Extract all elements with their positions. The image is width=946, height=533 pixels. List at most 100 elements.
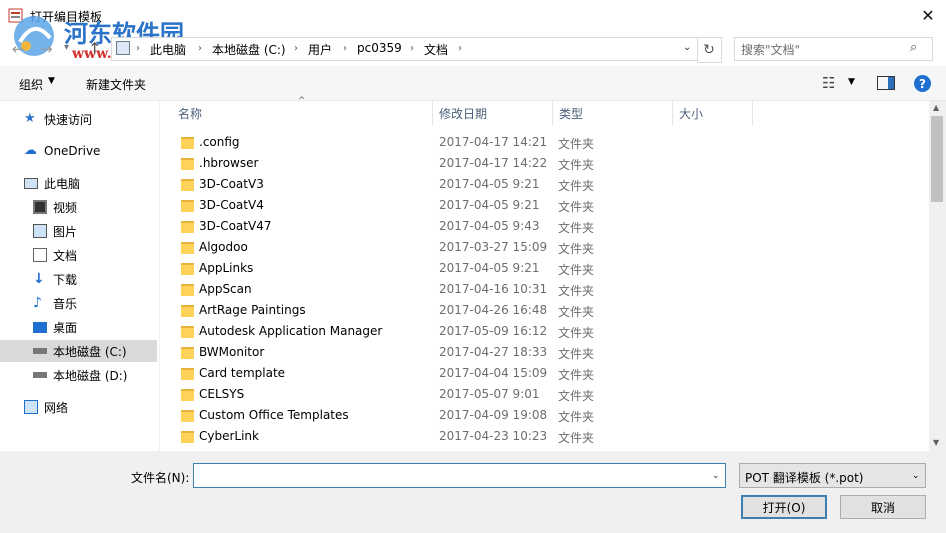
file-row[interactable]: 3D-CoatV47 2017-04-05 9:43 文件夹 — [160, 217, 930, 238]
nav-item-label: 下载 — [53, 272, 78, 287]
breadcrumb-chevron-icon[interactable]: › — [136, 43, 140, 54]
folder-icon — [181, 200, 194, 212]
recent-locations-chevron-icon[interactable]: ▾ — [64, 42, 69, 53]
cancel-button[interactable]: 取消 — [840, 495, 926, 519]
nav-item-label: 桌面 — [53, 320, 78, 335]
file-type: 文件夹 — [558, 179, 595, 193]
file-name: 3D-CoatV47 — [199, 219, 272, 233]
file-name: AppLinks — [199, 261, 254, 275]
file-row[interactable]: ArtRage Paintings 2017-04-26 16:48 文件夹 — [160, 301, 930, 322]
nav-item-drive-d[interactable]: 本地磁盘 (D:) — [33, 364, 154, 386]
folder-icon — [181, 431, 194, 443]
drive-icon — [33, 372, 47, 378]
column-header-name[interactable]: 名称 — [170, 101, 433, 126]
folder-icon — [181, 347, 194, 359]
nav-item-onedrive[interactable]: ☁ OneDrive — [24, 140, 154, 162]
refresh-icon[interactable]: ↻ — [697, 37, 722, 63]
file-row[interactable]: CyberLink 2017-04-23 10:23 文件夹 — [160, 427, 930, 448]
file-row[interactable]: Algodoo 2017-03-27 15:09 文件夹 — [160, 238, 930, 259]
nav-item-desktop[interactable]: 桌面 — [33, 316, 154, 338]
nav-item-label: 快速访问 — [44, 112, 93, 127]
view-details-icon[interactable]: ☷ — [822, 74, 835, 92]
file-row[interactable]: BWMonitor 2017-04-27 18:33 文件夹 — [160, 343, 930, 364]
new-folder-button[interactable]: 新建文件夹 — [86, 76, 146, 93]
forward-arrow-icon[interactable]: → — [40, 40, 53, 58]
nav-item-quick-access[interactable]: ★ 快速访问 — [24, 108, 154, 130]
address-history-chevron-icon[interactable]: ⌄ — [683, 42, 691, 53]
open-button[interactable]: 打开(O) — [741, 495, 827, 519]
file-type: 文件夹 — [558, 221, 595, 235]
file-type: 文件夹 — [558, 137, 595, 151]
nav-item-downloads[interactable]: ↓ 下载 — [33, 268, 154, 290]
nav-item-network[interactable]: 网络 — [24, 396, 154, 418]
column-header-date[interactable]: 修改日期 — [431, 101, 553, 126]
breadcrumb-item[interactable]: pc0359 — [357, 41, 402, 55]
breadcrumb-chevron-icon[interactable]: › — [458, 43, 462, 54]
filetype-value: POT 翻译模板 (*.pot) — [745, 471, 864, 485]
folder-icon — [181, 389, 194, 401]
chevron-down-icon[interactable]: ▼ — [848, 77, 855, 87]
file-row[interactable]: .hbrowser 2017-04-17 14:22 文件夹 — [160, 154, 930, 175]
file-name: .hbrowser — [199, 156, 259, 170]
nav-item-pictures[interactable]: 图片 — [33, 220, 154, 242]
breadcrumb-chevron-icon[interactable]: › — [410, 43, 414, 54]
breadcrumb-chevron-icon[interactable]: › — [343, 43, 347, 54]
file-type: 文件夹 — [558, 326, 595, 340]
up-arrow-icon[interactable]: ↑ — [88, 39, 101, 58]
file-row[interactable]: CELSYS 2017-05-07 9:01 文件夹 — [160, 385, 930, 406]
file-row[interactable]: AppLinks 2017-04-05 9:21 文件夹 — [160, 259, 930, 280]
star-icon: ★ — [24, 111, 36, 126]
file-date: 2017-04-05 9:21 — [439, 177, 540, 191]
breadcrumb-item[interactable]: 文档 — [424, 41, 448, 58]
nav-item-documents[interactable]: 文档 — [33, 244, 154, 266]
column-header-type[interactable]: 类型 — [551, 101, 673, 126]
breadcrumb-chevron-icon[interactable]: › — [198, 43, 202, 54]
filename-input[interactable] — [193, 463, 726, 488]
nav-item-music[interactable]: ♪ 音乐 — [33, 292, 154, 314]
document-icon — [33, 248, 47, 262]
file-name: AppScan — [199, 282, 252, 296]
pc-icon — [116, 41, 130, 55]
back-arrow-icon[interactable]: ← — [12, 40, 25, 58]
search-icon[interactable]: ⌕ — [910, 40, 917, 55]
drive-icon — [33, 348, 47, 354]
file-row[interactable]: 3D-CoatV3 2017-04-05 9:21 文件夹 — [160, 175, 930, 196]
filename-history-chevron-icon[interactable]: ⌄ — [712, 471, 720, 481]
file-date: 2017-04-27 18:33 — [439, 345, 548, 359]
scrollbar-thumb[interactable] — [931, 116, 943, 202]
folder-icon — [181, 221, 194, 233]
file-name: CyberLink — [199, 429, 259, 443]
pc-icon — [24, 177, 38, 189]
help-icon[interactable]: ? — [914, 75, 931, 92]
file-type: 文件夹 — [558, 431, 595, 445]
file-row[interactable]: Custom Office Templates 2017-04-09 19:08 文… — [160, 406, 930, 427]
nav-item-drive-c[interactable]: 本地磁盘 (C:) — [0, 340, 157, 362]
file-date: 2017-05-09 16:12 — [439, 324, 548, 338]
breadcrumb-item[interactable]: 此电脑 — [150, 41, 186, 58]
nav-item-this-pc[interactable]: 此电脑 — [24, 172, 154, 194]
breadcrumb-item[interactable]: 用户 — [308, 41, 332, 58]
close-button[interactable]: ✕ — [910, 0, 946, 31]
scroll-up-icon[interactable]: ▲ — [933, 103, 939, 112]
file-date: 2017-04-26 16:48 — [439, 303, 548, 317]
preview-pane-icon[interactable] — [877, 76, 895, 90]
file-date: 2017-04-05 9:43 — [439, 219, 540, 233]
column-header-size[interactable]: 大小 — [671, 101, 753, 126]
file-date: 2017-04-16 10:31 — [439, 282, 548, 296]
organize-button[interactable]: 组织 — [19, 76, 43, 93]
music-icon: ♪ — [33, 295, 42, 311]
file-row[interactable]: AppScan 2017-04-16 10:31 文件夹 — [160, 280, 930, 301]
file-name: ArtRage Paintings — [199, 303, 306, 317]
file-row[interactable]: .config 2017-04-17 14:21 文件夹 — [160, 133, 930, 154]
breadcrumb-item[interactable]: 本地磁盘 (C:) — [212, 41, 286, 58]
file-date: 2017-04-05 9:21 — [439, 261, 540, 275]
chevron-down-icon[interactable]: ▼ — [48, 76, 55, 86]
file-name: Algodoo — [199, 240, 248, 254]
scroll-down-icon[interactable]: ▼ — [933, 438, 939, 447]
file-row[interactable]: Card template 2017-04-04 15:09 文件夹 — [160, 364, 930, 385]
nav-item-videos[interactable]: 视频 — [33, 196, 154, 218]
chevron-down-icon[interactable]: ⌄ — [912, 471, 920, 481]
breadcrumb-chevron-icon[interactable]: › — [294, 43, 298, 54]
file-row[interactable]: Autodesk Application Manager 2017-05-09 1… — [160, 322, 930, 343]
file-row[interactable]: 3D-CoatV4 2017-04-05 9:21 文件夹 — [160, 196, 930, 217]
